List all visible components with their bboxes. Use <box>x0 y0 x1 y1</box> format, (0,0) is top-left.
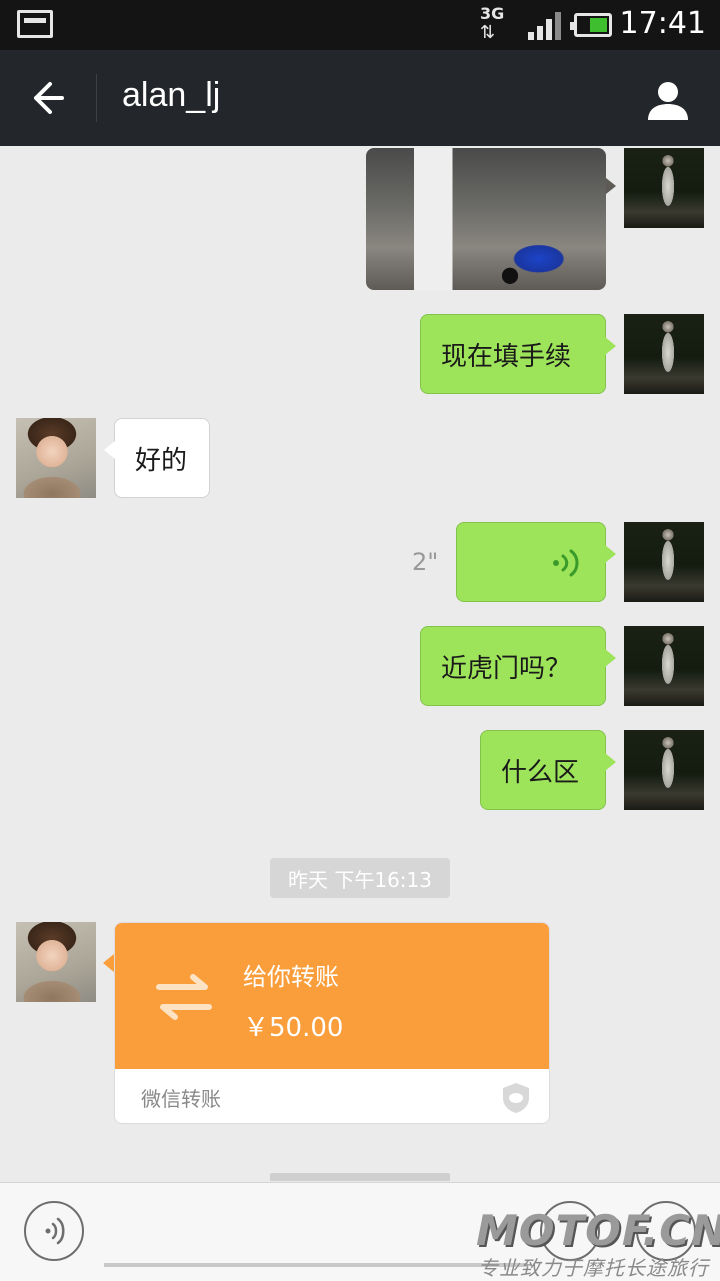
my-avatar[interactable] <box>624 730 704 810</box>
transfer-title: 给你转账 <box>243 963 339 991</box>
chat-title: alan_lj <box>122 76 221 114</box>
voice-input-toggle[interactable] <box>24 1201 84 1261</box>
message-text: 近虎门吗？ <box>441 653 572 684</box>
bubble-tail <box>605 649 616 667</box>
message-input[interactable] <box>104 1263 528 1267</box>
text-message-other[interactable]: 好的 <box>104 418 210 498</box>
bubble-tail <box>605 753 616 771</box>
gallery-notification-icon <box>17 10 53 38</box>
input-bar <box>0 1182 720 1281</box>
text-message-self[interactable]: 什么区 <box>480 730 616 810</box>
contact-avatar[interactable] <box>16 922 96 1002</box>
battery-level-fill <box>590 18 607 32</box>
image-message[interactable] <box>366 148 606 290</box>
transfer-footer-label: 微信转账 <box>141 1087 221 1111</box>
image-message-tail <box>606 178 616 194</box>
new-message-indicator <box>270 1173 450 1181</box>
message-text: 好的 <box>135 445 188 476</box>
my-avatar[interactable] <box>624 522 704 602</box>
voice-wave-icon <box>553 549 579 577</box>
transfer-header: 给你转账 ￥50.00 <box>115 923 549 1069</box>
bubble-tail <box>605 545 616 563</box>
voice-duration: 2" <box>412 548 439 576</box>
voice-message-self[interactable] <box>456 522 616 602</box>
signal-strength-icon <box>528 12 562 40</box>
data-activity-icon: ⇅ <box>480 22 495 43</box>
person-icon <box>648 82 688 120</box>
timestamp-divider: 昨天 下午16:13 <box>270 858 450 898</box>
message-text: 什么区 <box>501 757 580 788</box>
chat-header: alan_lj <box>0 50 720 146</box>
status-clock: 17:41 <box>619 6 706 41</box>
money-transfer-card[interactable]: 给你转账 ￥50.00 微信转账 <box>114 922 550 1124</box>
bubble-tail <box>605 337 616 355</box>
header-divider <box>96 74 97 122</box>
my-avatar[interactable] <box>624 148 704 228</box>
chat-info-button[interactable] <box>646 78 690 122</box>
transfer-arrows-icon <box>156 974 212 1020</box>
more-options-button[interactable] <box>636 1201 696 1261</box>
transfer-bubble-tail <box>103 954 114 972</box>
message-text: 现在填手续 <box>441 341 572 372</box>
bubble-tail <box>104 441 115 459</box>
text-message-self[interactable]: 近虎门吗？ <box>420 626 616 706</box>
contact-avatar[interactable] <box>16 418 96 498</box>
network-type-label: 3G <box>480 4 505 23</box>
back-button[interactable] <box>20 70 76 126</box>
battery-icon <box>570 13 612 37</box>
status-bar: 3G ⇅ 17:41 <box>0 0 720 50</box>
my-avatar[interactable] <box>624 626 704 706</box>
voice-wave-icon <box>45 1217 65 1245</box>
my-avatar[interactable] <box>624 314 704 394</box>
emoji-button[interactable] <box>540 1201 600 1261</box>
transfer-amount: ￥50.00 <box>243 1013 344 1043</box>
text-message-self[interactable]: 现在填手续 <box>420 314 616 394</box>
wechat-pay-shield-icon <box>503 1083 529 1113</box>
arrow-left-icon <box>34 82 64 114</box>
